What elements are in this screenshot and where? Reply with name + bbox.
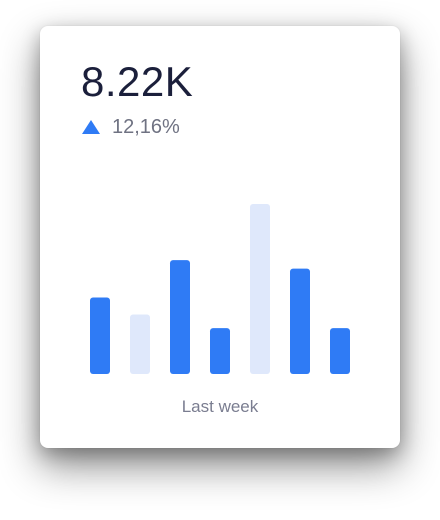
period-label: Last week bbox=[181, 397, 259, 416]
weekly-bar-chart bbox=[90, 204, 350, 374]
stage: 8.22K 12,16% Last week bbox=[0, 0, 440, 520]
chart-bar bbox=[330, 328, 350, 374]
chart-bar bbox=[170, 260, 190, 374]
stats-card: 8.22K 12,16% Last week bbox=[40, 26, 400, 448]
chart-bar bbox=[290, 268, 310, 374]
chart-bar bbox=[90, 297, 110, 374]
chart-bar bbox=[250, 204, 270, 374]
chart-bar bbox=[130, 314, 150, 374]
chart-bar bbox=[210, 328, 230, 374]
